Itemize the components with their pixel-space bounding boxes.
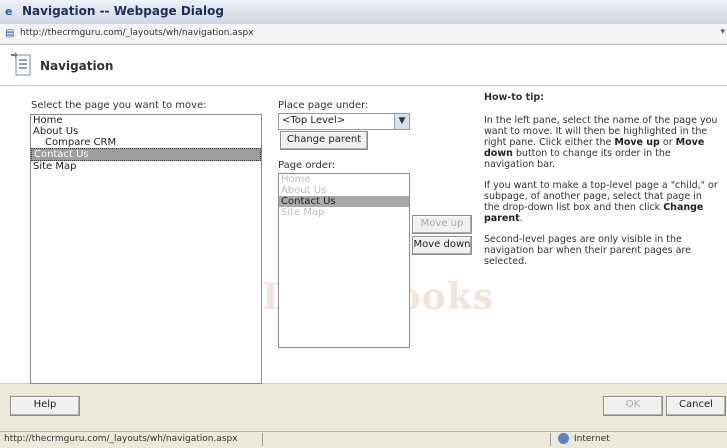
parent-select-value: <Top Level> — [282, 115, 346, 126]
tip-paragraph-2: If you want to make a top-level page a "… — [484, 180, 718, 224]
parent-select-label: Place page under: — [278, 100, 369, 111]
dialog-content: DropBooks Select the page you want to mo… — [0, 86, 727, 384]
list-item[interactable]: About Us — [279, 185, 409, 196]
tip-paragraph-3: Second-level pages are only visible in t… — [484, 234, 692, 267]
list-item-selected[interactable]: Contact Us — [31, 148, 261, 161]
page-order-label: Page order: — [278, 160, 336, 171]
tip-paragraph-1: In the left pane, select the name of the… — [484, 115, 718, 170]
status-url: http://thecrmguru.com/_layouts/wh/naviga… — [4, 434, 238, 444]
page-icon: ▤ — [5, 28, 15, 39]
dialog-titlebar: e Navigation -- Webpage Dialog — [0, 0, 727, 25]
chevron-down-icon[interactable]: ▼ — [394, 114, 409, 129]
list-item[interactable]: Home — [279, 174, 409, 185]
left-pane-label: Select the page you want to move: — [31, 100, 207, 111]
address-url: http://thecrmguru.com/_layouts/wh/naviga… — [20, 28, 254, 38]
list-item[interactable]: Home — [31, 115, 261, 126]
security-zone-label: Internet — [574, 434, 610, 444]
page-listbox[interactable]: Home About Us Compare CRM Contact Us Sit… — [30, 114, 262, 384]
page-order-listbox[interactable]: Home About Us Contact Us Site Map — [278, 173, 410, 348]
internet-zone-icon — [558, 433, 569, 444]
address-bar: ▤ http://thecrmguru.com/_layouts/wh/navi… — [0, 24, 727, 45]
page-title: Navigation — [40, 59, 114, 73]
ie-icon: e — [5, 5, 13, 18]
move-up-button[interactable]: Move up — [412, 215, 472, 234]
address-dropdown-icon[interactable]: ▾ — [720, 27, 725, 37]
dialog-footer: Help OK Cancel — [0, 384, 727, 431]
cancel-button[interactable]: Cancel — [666, 396, 726, 416]
status-bar: http://thecrmguru.com/_layouts/wh/naviga… — [0, 431, 727, 448]
list-item[interactable]: Compare CRM — [31, 137, 261, 148]
ok-button[interactable]: OK — [603, 396, 663, 416]
list-item-selected[interactable]: Contact Us — [279, 196, 409, 207]
list-item[interactable]: Site Map — [279, 207, 409, 218]
list-item[interactable]: Site Map — [31, 161, 261, 172]
list-item[interactable]: About Us — [31, 126, 261, 137]
dialog-title: Navigation -- Webpage Dialog — [22, 4, 224, 18]
page-header: Navigation — [0, 45, 727, 86]
how-to-tip: How-to tip: In the left pane, select the… — [484, 92, 718, 277]
navigation-icon — [11, 52, 31, 76]
parent-select[interactable]: <Top Level> ▼ — [278, 113, 410, 130]
change-parent-button[interactable]: Change parent — [280, 131, 368, 150]
help-button[interactable]: Help — [10, 396, 80, 416]
move-down-button[interactable]: Move down — [412, 236, 472, 255]
status-divider — [550, 433, 551, 446]
status-divider — [262, 433, 263, 446]
tip-title: How-to tip: — [484, 92, 544, 103]
